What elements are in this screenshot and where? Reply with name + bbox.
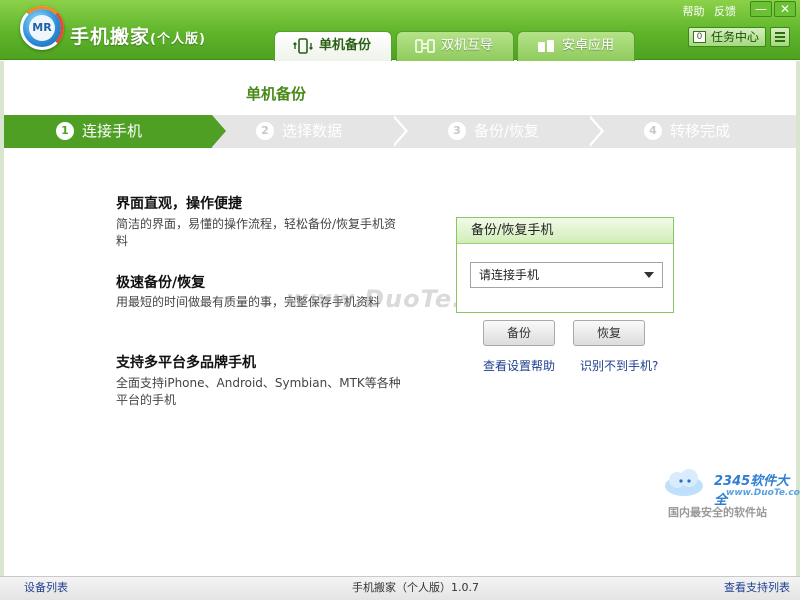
- tab-label: 安卓应用: [562, 38, 615, 53]
- tab-android-apps[interactable]: 安卓应用: [517, 31, 635, 61]
- feature-title: 支持多平台多品牌手机: [116, 355, 256, 371]
- step-number: 4: [644, 122, 662, 140]
- version-text: 手机搬家（个人版）1.0.7: [352, 581, 479, 594]
- tab-label: 单机备份: [319, 38, 372, 53]
- corner-brand-logo: 2345软件大全 www.DuoTe.com 国内最安全的软件站: [660, 462, 800, 519]
- backup-restore-panel: 备份/恢复手机 请连接手机: [456, 217, 674, 313]
- phone-backup-icon: [293, 38, 313, 54]
- phone-select-value: 请连接手机: [479, 268, 540, 282]
- step-number: 3: [448, 122, 466, 140]
- tab-dual-transfer[interactable]: 双机互导: [396, 31, 514, 61]
- close-button[interactable]: ✕: [774, 1, 796, 17]
- step-select-data: 2 选择数据: [256, 115, 342, 148]
- cloud-mascot-icon: [665, 469, 703, 496]
- panel-title: 备份/恢复手机: [457, 218, 673, 244]
- top-links: 帮助 反馈: [677, 3, 737, 19]
- app-logo: MR: [20, 6, 64, 50]
- phone-select[interactable]: 请连接手机: [470, 262, 663, 288]
- chevron-down-icon: [644, 272, 654, 278]
- task-center-label: 任务中心: [710, 30, 759, 44]
- dual-phone-icon: [415, 39, 435, 53]
- backup-button[interactable]: 备份: [483, 320, 555, 346]
- app-edition: (个人版): [150, 32, 206, 47]
- feature-desc: 全面支持iPhone、Android、Symbian、MTK等各种平台的手机: [116, 376, 401, 407]
- corner-brand-site: www.DuoTe.com: [726, 488, 800, 498]
- task-center-button[interactable]: 0 任务中心: [687, 27, 766, 47]
- support-list-link[interactable]: 查看支持列表: [724, 577, 790, 599]
- feature-title: 极速备份/恢复: [116, 275, 206, 291]
- menu-bar-icon: [775, 36, 785, 38]
- tab-single-backup[interactable]: 单机备份: [274, 31, 392, 62]
- menu-bar-icon: [775, 40, 785, 42]
- feature-desc: 简洁的界面，易懂的操作流程，轻松备份/恢复手机资料: [116, 217, 397, 248]
- step-label: 选择数据: [282, 122, 343, 140]
- step-backup-restore: 3 备份/恢复: [448, 115, 539, 148]
- phone-not-found-link[interactable]: 识别不到手机?: [580, 357, 658, 374]
- feature-title: 界面直观，操作便捷: [116, 196, 242, 212]
- step-label: 连接手机: [82, 122, 143, 140]
- step-number: 1: [56, 122, 74, 140]
- app-name: 手机搬家: [70, 26, 151, 48]
- step-connect-phone: 1 连接手机: [4, 115, 226, 148]
- corner-brand-slogan: 国内最安全的软件站: [668, 506, 767, 519]
- logo-text: MR: [29, 15, 55, 41]
- task-count-badge: 0: [692, 31, 706, 43]
- help-link[interactable]: 帮助: [683, 5, 705, 18]
- status-bar: 设备列表 手机搬家（个人版）1.0.7 查看支持列表: [0, 576, 800, 600]
- tab-label: 双机互导: [441, 38, 494, 53]
- restore-button[interactable]: 恢复: [573, 320, 645, 346]
- app-title: 手机搬家(个人版): [70, 22, 206, 49]
- android-icon: [538, 40, 554, 52]
- device-list-link[interactable]: 设备列表: [24, 577, 68, 599]
- feedback-link[interactable]: 反馈: [714, 5, 736, 18]
- step-divider: [391, 115, 405, 147]
- step-label: 转移完成: [670, 122, 731, 140]
- page-title: 单机备份: [246, 85, 307, 103]
- step-number: 2: [256, 122, 274, 140]
- setup-help-link[interactable]: 查看设置帮助: [483, 357, 555, 374]
- step-divider: [587, 115, 601, 147]
- main-menu-button[interactable]: [770, 27, 790, 47]
- step-label: 备份/恢复: [474, 122, 540, 140]
- title-bar: MR 手机搬家(个人版) 帮助 反馈 — ✕ 0 任务中心 单机备份 双机互导: [0, 0, 800, 62]
- menu-bar-icon: [775, 32, 785, 34]
- steps-bar: 1 连接手机 2 选择数据 3 备份/恢复 4 转移完成: [4, 115, 796, 148]
- step-transfer-complete: 4 转移完成: [644, 115, 730, 148]
- minimize-button[interactable]: —: [750, 1, 772, 17]
